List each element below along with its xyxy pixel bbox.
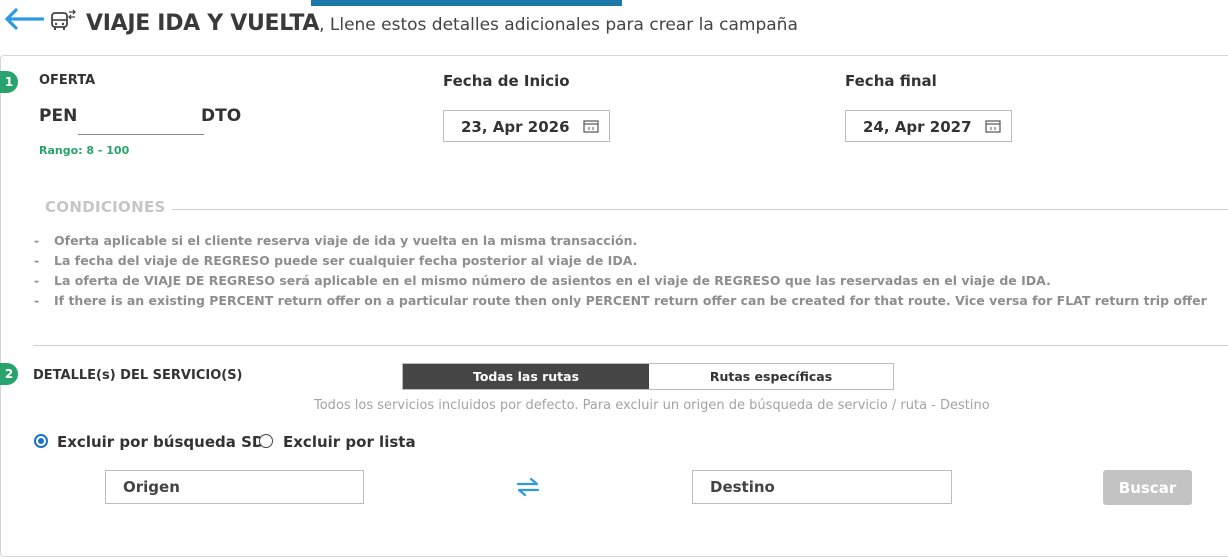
conditions-divider: [172, 209, 1228, 210]
start-date-picker[interactable]: 23, Apr 2026: [443, 110, 610, 142]
destination-input[interactable]: [692, 470, 952, 504]
condition-item: - If there is an existing PERCENT return …: [34, 293, 1207, 308]
end-date-label: Fecha final: [845, 72, 937, 90]
start-date-label: Fecha de Inicio: [443, 72, 570, 90]
tab-specific-routes[interactable]: Rutas específicas: [649, 364, 893, 389]
radio-exclude-search-label[interactable]: Excluir por búsqueda SD: [57, 433, 264, 451]
origin-input[interactable]: [105, 470, 364, 504]
radio-exclude-list-label[interactable]: Excluir por lista: [283, 433, 416, 451]
start-date-value: 23, Apr 2026: [461, 118, 570, 136]
conditions-title: CONDICIONES: [45, 198, 166, 216]
section-divider: [33, 345, 1228, 346]
tab-all-routes[interactable]: Todas las rutas: [403, 364, 649, 389]
search-button[interactable]: Buscar: [1103, 470, 1192, 505]
service-hint: Todos los servicios incluidos por defect…: [314, 398, 990, 413]
service-details-title: DETALLE(s) DEL SERVICIO(S): [33, 368, 243, 383]
oferta-label: OFERTA: [39, 73, 96, 88]
calendar-icon: [583, 120, 599, 133]
discount-input[interactable]: [78, 106, 204, 135]
swap-icon[interactable]: [515, 476, 541, 498]
route-tabs: Todas las rutas Rutas específicas: [402, 363, 894, 390]
bus-round-trip-icon: [51, 9, 76, 30]
page-title: VIAJE IDA Y VUELTA, Llene estos detalles…: [86, 9, 798, 40]
end-date-picker[interactable]: 24, Apr 2027: [845, 110, 1012, 142]
condition-text: If there is an existing PERCENT return o…: [54, 293, 1207, 308]
discount-suffix: DTO: [201, 106, 242, 126]
condition-item: - La oferta de VIAJE DE REGRESO será apli…: [34, 273, 1051, 288]
page-subtitle: , Llene estos detalles adicionales para …: [319, 15, 798, 35]
radio-exclude-search[interactable]: [34, 434, 48, 448]
page-title-main: VIAJE IDA Y VUELTA: [86, 11, 320, 36]
condition-text: La fecha del viaje de REGRESO puede ser …: [54, 253, 638, 268]
condition-text: Oferta aplicable si el cliente reserva v…: [54, 233, 638, 248]
condition-item: - La fecha del viaje de REGRESO puede ser…: [34, 253, 638, 268]
range-hint: Rango: 8 - 100: [39, 144, 130, 157]
back-arrow-icon[interactable]: [4, 8, 44, 30]
calendar-icon: [985, 120, 1001, 133]
currency-label: PEN: [39, 106, 78, 126]
radio-exclude-list[interactable]: [259, 434, 273, 448]
end-date-value: 24, Apr 2027: [863, 118, 972, 136]
condition-item: - Oferta aplicable si el cliente reserva …: [34, 233, 638, 248]
condition-text: La oferta de VIAJE DE REGRESO será aplic…: [54, 273, 1051, 288]
progress-bar: [311, 0, 622, 6]
